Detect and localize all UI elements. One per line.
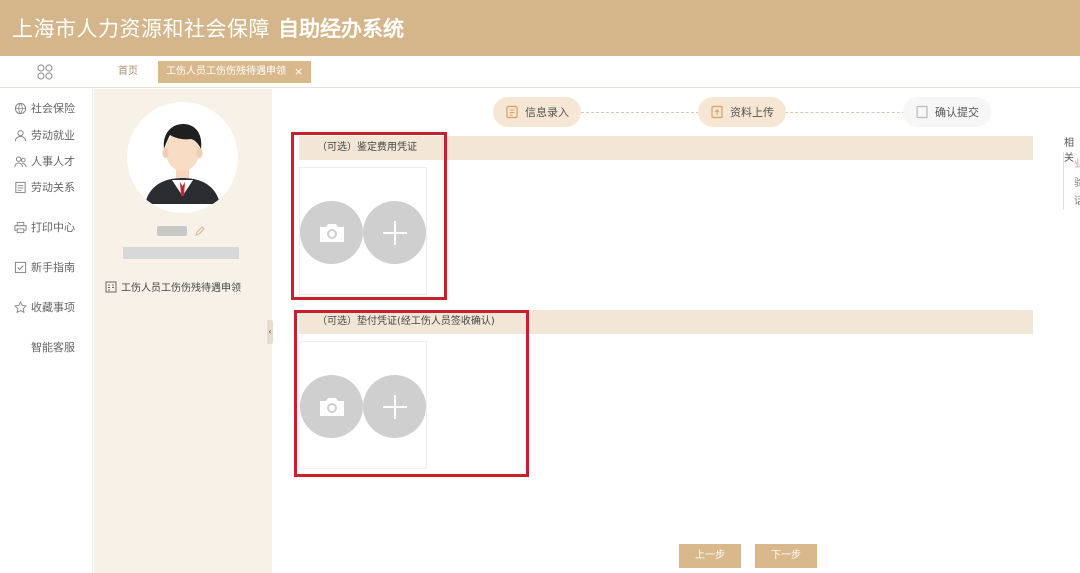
tab-current-label: 工伤人员工伤伤残待遇申领 xyxy=(166,66,286,77)
step-label: 确认提交 xyxy=(935,106,979,119)
camera-icon xyxy=(319,223,344,242)
camera-button[interactable] xyxy=(300,375,363,438)
sidebar-item-label: 智能客服 xyxy=(31,341,75,354)
globe-icon xyxy=(14,102,27,114)
camera-icon xyxy=(319,397,344,416)
document-icon xyxy=(15,181,26,193)
next-step-button[interactable]: 下一步 xyxy=(755,544,817,568)
related-panel-char[interactable]: 业 xyxy=(1074,155,1080,170)
tab-bar: 首页 工伤人员工伤伤残待遇申领 × xyxy=(0,56,1080,88)
tab-home[interactable]: 首页 xyxy=(108,62,148,82)
sidebar-item-employment[interactable]: 劳动就业 xyxy=(14,126,75,144)
step-connector xyxy=(785,112,905,113)
plus-icon xyxy=(382,394,407,419)
related-panel-char[interactable]: 话 xyxy=(1074,192,1080,207)
app-subtitle: 自助经办系统 xyxy=(278,17,404,41)
current-service-label: 工伤人员工伤伤残待遇申领 xyxy=(121,283,241,294)
upload-area-appraisal-fee xyxy=(299,167,427,295)
sidebar: 社会保险 劳动就业 人事人才 劳动关系 打印中心 新手指南 收藏事项 智能客服 xyxy=(0,89,93,573)
sidebar-item-label: 人事人才 xyxy=(31,155,75,168)
sidebar-item-label: 打印中心 xyxy=(31,221,75,234)
add-file-button[interactable] xyxy=(363,375,426,438)
user-name-redacted xyxy=(157,226,187,236)
sidebar-item-label: 新手指南 xyxy=(31,261,75,274)
related-panel-divider xyxy=(1063,152,1064,210)
person-icon xyxy=(14,129,27,141)
tab-current-service[interactable]: 工伤人员工伤伤残待遇申领 × xyxy=(158,61,312,83)
confirm-icon xyxy=(916,105,928,119)
user-id-redacted xyxy=(123,247,239,259)
close-icon[interactable]: × xyxy=(294,61,303,83)
people-icon xyxy=(14,155,27,167)
service-icon xyxy=(105,281,117,292)
star-icon xyxy=(14,300,27,313)
section-advance-payment-voucher: （可选）垫付凭证(经工伤人员签收确认) xyxy=(299,310,1033,334)
sidebar-item-label: 劳动就业 xyxy=(31,129,75,142)
sidebar-item-smart-service[interactable]: 智能客服 xyxy=(31,338,75,356)
printer-icon xyxy=(14,221,27,233)
sidebar-item-label: 收藏事项 xyxy=(31,301,75,314)
guide-icon xyxy=(14,261,27,273)
upload-doc-icon xyxy=(711,105,723,119)
app-title: 上海市人力资源和社会保障 xyxy=(12,17,270,41)
sidebar-item-beginner-guide[interactable]: 新手指南 xyxy=(14,258,75,276)
profile-panel: 工伤人员工伤伤残待遇申领 xyxy=(94,89,272,573)
sidebar-item-favorites[interactable]: 收藏事项 xyxy=(14,298,75,316)
upload-area-advance-payment xyxy=(299,341,427,469)
section-title: （可选）垫付凭证(经工伤人员签收确认) xyxy=(317,316,495,327)
sidebar-item-social-insurance[interactable]: 社会保险 xyxy=(14,99,75,117)
add-file-button[interactable] xyxy=(363,201,426,264)
plus-icon xyxy=(382,220,407,245)
edit-icon[interactable] xyxy=(194,225,206,237)
sidebar-item-print-center[interactable]: 打印中心 xyxy=(14,218,75,236)
step-label: 信息录入 xyxy=(525,106,569,119)
section-title: （可选）鉴定费用凭证 xyxy=(317,142,417,153)
user-avatar-illustration xyxy=(127,102,238,213)
sidebar-item-labor-relations[interactable]: 劳动关系 xyxy=(14,178,75,196)
sidebar-item-personnel[interactable]: 人事人才 xyxy=(14,152,75,170)
camera-button[interactable] xyxy=(300,201,363,264)
step-confirm-submit[interactable]: 确认提交 xyxy=(903,97,991,127)
step-connector xyxy=(581,112,699,113)
avatar xyxy=(127,102,238,213)
step-upload[interactable]: 资料上传 xyxy=(698,97,786,127)
grid-menu-icon[interactable] xyxy=(37,64,53,80)
main-content: 信息录入 资料上传 确认提交 （可选）鉴定费用凭证 （可选）垫付凭证(经工伤人员… xyxy=(273,89,1080,573)
sidebar-item-label: 劳动关系 xyxy=(31,181,75,194)
app-header: 上海市人力资源和社会保障 自助经办系统 xyxy=(0,0,1080,56)
form-icon xyxy=(506,105,518,119)
sidebar-item-label: 社会保险 xyxy=(31,102,75,115)
section-appraisal-fee-voucher: （可选）鉴定费用凭证 xyxy=(299,136,1033,160)
related-panel-char[interactable]: 验 xyxy=(1074,174,1080,189)
prev-step-button[interactable]: 上一步 xyxy=(679,544,741,568)
step-label: 资料上传 xyxy=(730,106,774,119)
step-info-entry[interactable]: 信息录入 xyxy=(493,97,581,127)
current-service-item[interactable]: 工伤人员工伤伤残待遇申领 xyxy=(105,279,241,294)
